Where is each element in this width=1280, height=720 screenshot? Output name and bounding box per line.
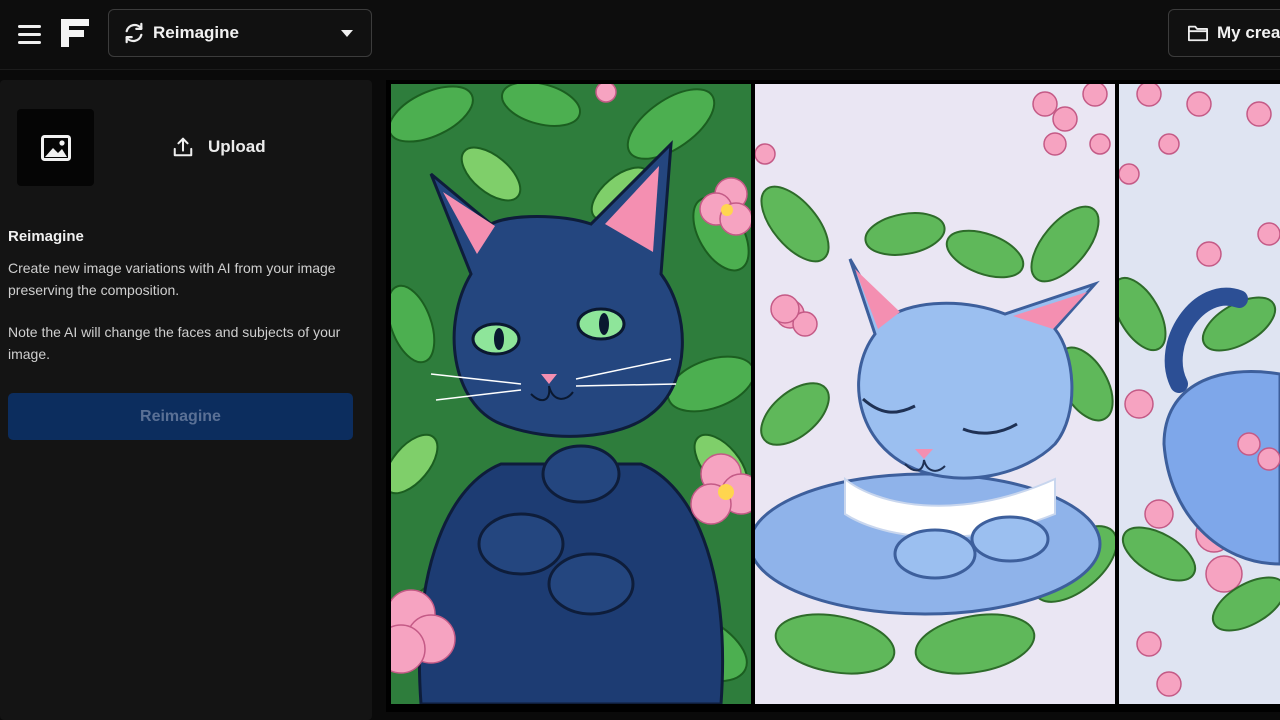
menu-icon-line <box>18 33 41 36</box>
results-gallery <box>386 80 1280 712</box>
top-bar: Reimagine My creat <box>0 0 1280 70</box>
mode-label: Reimagine <box>153 23 239 42</box>
menu-button[interactable] <box>14 18 46 50</box>
tool-panel: Upload Reimagine Create new image variat… <box>0 80 372 720</box>
upload-label: Upload <box>208 137 266 156</box>
panel-description: Create new image variations with AI from… <box>8 260 336 298</box>
refresh-icon <box>125 22 143 44</box>
my-creations-label: My creat <box>1217 23 1280 42</box>
chevron-down-icon <box>341 30 353 37</box>
result-image-2[interactable] <box>755 84 1115 704</box>
result-image-1[interactable] <box>391 84 751 704</box>
source-image-thumbnail[interactable] <box>17 109 94 186</box>
my-creations-button[interactable]: My creat <box>1168 9 1280 57</box>
panel-note: Note the AI will change the faces and su… <box>8 324 341 362</box>
menu-icon-line <box>18 25 41 28</box>
upload-button[interactable]: Upload <box>150 124 290 170</box>
menu-icon-line <box>18 41 41 44</box>
reimagine-button[interactable]: Reimagine <box>8 393 353 440</box>
image-placeholder-icon <box>40 134 71 161</box>
mode-select[interactable]: Reimagine <box>108 9 372 57</box>
result-image-3[interactable] <box>1119 84 1280 704</box>
folder-icon <box>1187 25 1208 42</box>
upload-icon <box>173 137 193 157</box>
logo[interactable] <box>58 16 92 50</box>
panel-title: Reimagine <box>8 228 84 245</box>
